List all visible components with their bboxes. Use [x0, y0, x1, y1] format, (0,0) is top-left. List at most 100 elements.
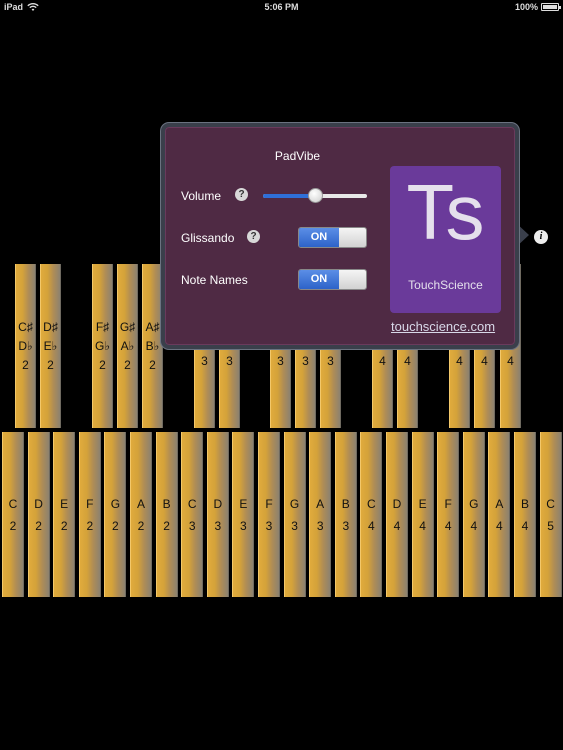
upper-bar-label: 4: [456, 354, 463, 368]
lower-bar-2[interactable]: D2: [27, 432, 50, 597]
upper-bar-label: 3: [277, 354, 284, 368]
lower-bar-note: F: [265, 497, 273, 511]
lower-bar-note: E: [239, 497, 248, 511]
lower-bar-16[interactable]: D4: [386, 432, 408, 597]
lower-bar-note: D: [213, 497, 223, 511]
upper-bar-label: C♯ D♭ 2: [18, 320, 33, 372]
lower-bar-17[interactable]: E4: [411, 432, 434, 597]
upper-bar-label: 4: [507, 354, 514, 368]
lower-bar-6[interactable]: A2: [130, 432, 152, 597]
glissando-toggle[interactable]: ON: [298, 227, 367, 248]
lower-bar-octave: 3: [214, 519, 222, 533]
lower-bar-octave: 4: [496, 519, 503, 533]
lower-bar-9[interactable]: D3: [206, 432, 229, 597]
note-names-toggle[interactable]: ON: [298, 269, 367, 290]
info-icon[interactable]: i: [534, 230, 548, 244]
lower-bar-octave: 5: [547, 519, 554, 533]
lower-bar-note: E: [418, 497, 427, 511]
status-bar: iPad 5:06 PM 100%: [0, 0, 563, 14]
volume-slider[interactable]: [263, 188, 367, 203]
lower-bar-1[interactable]: C2: [2, 432, 24, 597]
lower-bar-11[interactable]: F3: [258, 432, 280, 597]
lower-bar-10[interactable]: E3: [232, 432, 255, 597]
lower-bar-13[interactable]: A3: [309, 432, 332, 597]
upper-bar-label: F♯ G♭ 2: [95, 320, 110, 372]
lower-bar-octave: 3: [291, 519, 298, 533]
lower-bar-octave: 3: [240, 519, 247, 533]
lower-bar-note: A: [495, 497, 504, 511]
lower-bar-note: C: [187, 497, 197, 511]
lower-bar-4[interactable]: F2: [78, 432, 101, 597]
lower-bar-octave: 4: [419, 519, 426, 533]
lower-bar-12[interactable]: G3: [283, 432, 306, 597]
upper-bar-5[interactable]: A♯ B♭ 2: [142, 264, 163, 428]
lower-bar-19[interactable]: G4: [462, 432, 485, 597]
lower-bar-note: G: [110, 497, 121, 511]
lower-bar-20[interactable]: A4: [488, 432, 511, 597]
lower-bar-22[interactable]: C5: [539, 432, 562, 597]
glissando-toggle-state: ON: [299, 228, 339, 247]
upper-bar-label: 4: [379, 354, 386, 368]
lower-bar-note: D: [392, 497, 402, 511]
lower-bar-8[interactable]: C3: [181, 432, 204, 597]
lower-bar-21[interactable]: B4: [514, 432, 536, 597]
lower-bar-octave: 3: [265, 519, 273, 533]
popover-title: PadVibe: [274, 149, 321, 163]
lower-bar-octave: 2: [112, 519, 119, 533]
lower-bar-octave: 3: [316, 519, 324, 533]
logo-letters: Ts: [406, 168, 485, 256]
lower-bar-15[interactable]: C4: [360, 432, 383, 597]
lower-bar-octave: 3: [188, 519, 196, 533]
lower-bar-octave: 2: [86, 519, 94, 533]
lower-bar-5[interactable]: G2: [104, 432, 127, 597]
lower-bar-octave: 4: [393, 519, 401, 533]
glissando-label: Glissando: [181, 231, 235, 245]
lower-bar-note: A: [316, 497, 325, 511]
upper-bar-label: G♯ A♭ 2: [119, 320, 136, 372]
lower-bar-octave: 4: [368, 519, 375, 533]
lower-bar-14[interactable]: B3: [334, 432, 357, 597]
volume-label: Volume: [181, 189, 222, 203]
volume-help-icon[interactable]: ?: [235, 188, 248, 201]
upper-bar-label: 3: [327, 354, 334, 368]
lower-bar-note: C: [367, 497, 376, 511]
battery-icon: [541, 3, 561, 11]
upper-bar-label: 4: [481, 354, 488, 368]
lower-bar-octave: 4: [521, 519, 529, 533]
lower-bar-note: B: [341, 497, 350, 511]
lower-bar-octave: 2: [9, 519, 17, 533]
volume-thumb[interactable]: [307, 188, 323, 203]
upper-bar-4[interactable]: G♯ A♭ 2: [117, 264, 138, 428]
lower-bar-note: C: [546, 497, 555, 511]
upper-bar-2[interactable]: D♯ E♭ 2: [40, 264, 61, 428]
website-link[interactable]: touchscience.com: [391, 319, 495, 334]
lower-bar-18[interactable]: F4: [437, 432, 460, 597]
lower-bar-note: A: [136, 497, 145, 511]
glissando-help-icon[interactable]: ?: [247, 230, 260, 243]
upper-bar-label: 3: [201, 354, 208, 368]
upper-bar-3[interactable]: F♯ G♭ 2: [92, 264, 113, 428]
lower-bar-note: F: [444, 497, 452, 511]
upper-bar-label: D♯ E♭ 2: [43, 320, 58, 372]
status-right: 100%: [515, 2, 561, 12]
lower-bar-octave: 3: [342, 519, 350, 533]
settings-popover: PadVibe Volume ? Glissando ? ON Note Nam…: [161, 123, 519, 349]
upper-bar-label: 4: [404, 354, 411, 368]
lower-bar-octave: 2: [35, 519, 42, 533]
lower-bar-octave: 2: [137, 519, 145, 533]
lower-bar-note: F: [86, 497, 94, 511]
note-names-toggle-state: ON: [299, 270, 339, 289]
note-names-toggle-knob: [339, 270, 366, 289]
status-time: 5:06 PM: [264, 2, 299, 12]
lower-bar-3[interactable]: E2: [53, 432, 76, 597]
upper-bar-1[interactable]: C♯ D♭ 2: [15, 264, 36, 428]
lower-bar-note: B: [162, 497, 171, 511]
lower-bar-note: D: [34, 497, 43, 511]
logo-name: TouchScience: [408, 278, 483, 292]
glissando-toggle-knob: [339, 228, 366, 247]
lower-bar-7[interactable]: B2: [155, 432, 178, 597]
touchscience-logo[interactable]: Ts TouchScience: [390, 166, 501, 313]
lower-bar-note: B: [520, 497, 529, 511]
lower-bar-octave: 2: [60, 519, 68, 533]
upper-bar-label: 3: [226, 354, 233, 368]
